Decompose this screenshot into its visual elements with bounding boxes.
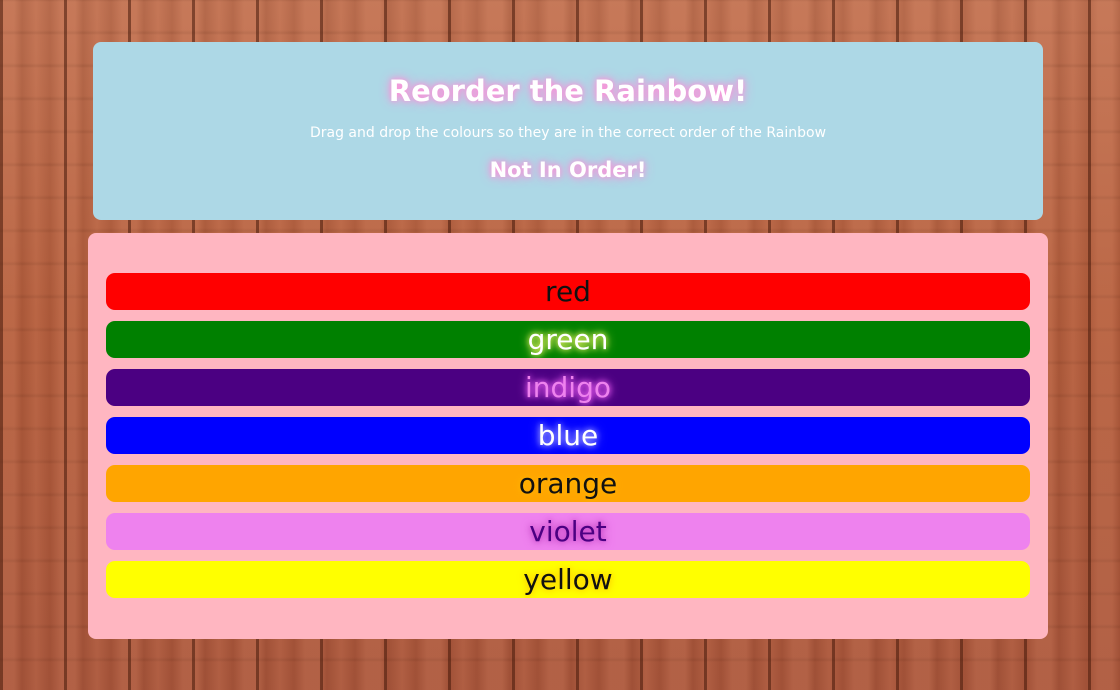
color-item-green[interactable]: green bbox=[106, 321, 1030, 358]
color-item-blue[interactable]: blue bbox=[106, 417, 1030, 454]
color-item-indigo[interactable]: indigo bbox=[106, 369, 1030, 406]
instructions-text: Drag and drop the colours so they are in… bbox=[309, 125, 827, 141]
header-panel: Reorder the Rainbow! Drag and drop the c… bbox=[93, 42, 1043, 220]
color-item-violet[interactable]: violet bbox=[106, 513, 1030, 550]
order-status-text: Not In Order! bbox=[489, 158, 647, 182]
color-list-panel: red green indigo blue orange violet yellow bbox=[88, 233, 1048, 639]
page-title: Reorder the Rainbow! bbox=[388, 74, 748, 108]
color-item-red[interactable]: red bbox=[106, 273, 1030, 310]
color-item-orange[interactable]: orange bbox=[106, 465, 1030, 502]
color-item-yellow[interactable]: yellow bbox=[106, 561, 1030, 598]
draggable-color-list: red green indigo blue orange violet yellow bbox=[106, 273, 1030, 609]
